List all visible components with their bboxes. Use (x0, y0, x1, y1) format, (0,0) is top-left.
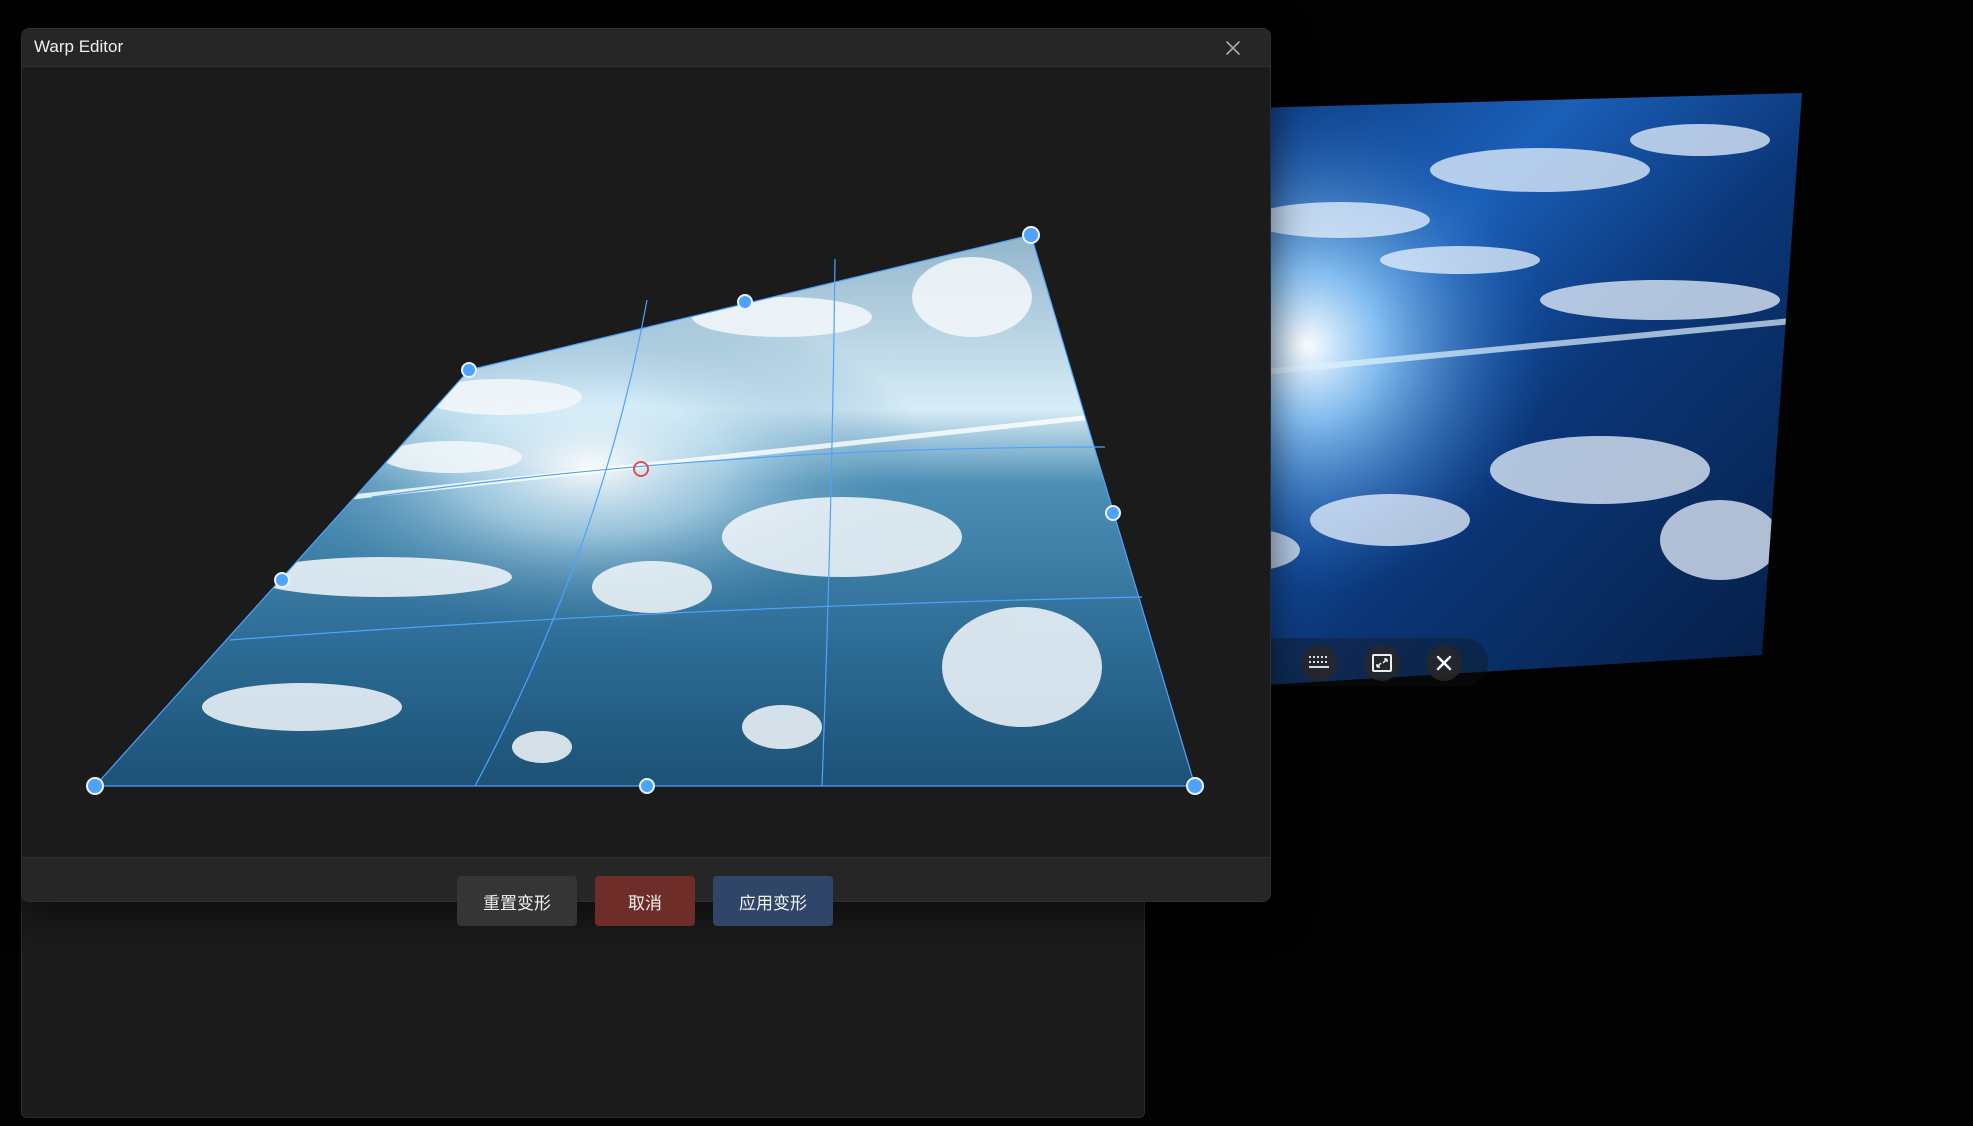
warp-handle[interactable] (461, 362, 477, 378)
warp-editor-dialog: Warp Editor (21, 28, 1271, 902)
close-icon (1226, 41, 1240, 55)
grid-icon[interactable] (1301, 645, 1337, 681)
apply-warp-button[interactable]: 应用变形 (713, 876, 833, 926)
dialog-header: Warp Editor (22, 29, 1270, 67)
fit-frame-icon[interactable] (1364, 645, 1400, 681)
close-button[interactable] (1220, 35, 1246, 61)
footer-button-row: 重置变形 取消 应用变形 (21, 856, 1271, 926)
warp-handle[interactable] (274, 572, 290, 588)
close-icon[interactable] (1426, 645, 1462, 681)
canvas-layer-image[interactable] (1180, 0, 1880, 720)
warp-handle[interactable] (639, 778, 655, 794)
warp-handle[interactable] (737, 294, 753, 310)
cancel-button[interactable]: 取消 (595, 876, 695, 926)
reset-warp-button[interactable]: 重置变形 (457, 876, 577, 926)
workspace: Warp Editor 重置变形 取消 应用变形 (0, 0, 1973, 1126)
dialog-title: Warp Editor (34, 37, 124, 56)
warp-canvas[interactable] (22, 67, 1270, 857)
warp-handle[interactable] (86, 777, 104, 795)
warp-handle[interactable] (1022, 226, 1040, 244)
warp-handle[interactable] (1105, 505, 1121, 521)
warp-handle[interactable] (1186, 777, 1204, 795)
layer-toolbar (1240, 638, 1488, 686)
